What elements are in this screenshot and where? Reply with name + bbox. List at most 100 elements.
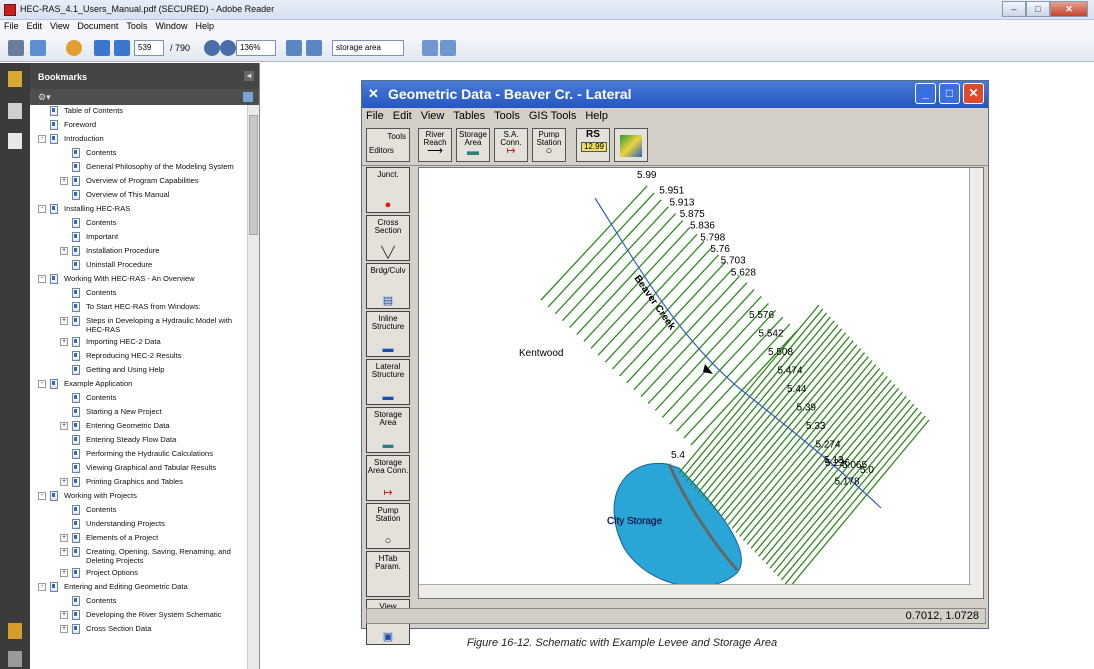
expand-icon[interactable]: + (60, 338, 68, 346)
attachments-icon[interactable] (8, 651, 22, 667)
bookmark-item[interactable]: - Working With HEC-RAS - An Overview (30, 273, 248, 287)
bookmark-item[interactable]: - Example Application (30, 378, 248, 392)
zoom-in-icon[interactable] (220, 40, 236, 56)
bookmark-item[interactable]: + Project Options (30, 567, 248, 581)
minimize-button[interactable]: – (1002, 1, 1026, 17)
expand-icon[interactable]: + (60, 177, 68, 185)
expand-icon[interactable]: + (60, 422, 68, 430)
new-bookmark-icon[interactable] (243, 92, 253, 102)
next-page-icon[interactable] (114, 40, 130, 56)
bookmark-item[interactable]: Starting a New Project (30, 406, 248, 420)
collapse-icon[interactable]: - (38, 205, 46, 213)
zoom-level-field[interactable]: 136% (236, 40, 276, 56)
bookmark-item[interactable]: Uninstall Procedure (30, 259, 248, 273)
background-map-button[interactable] (614, 128, 648, 162)
geo-menu-view[interactable]: View (421, 110, 445, 122)
geo-menu-tools[interactable]: Tools (494, 110, 520, 122)
menu-window[interactable]: Window (151, 20, 191, 31)
editor-button-junct[interactable]: Junct. ● (366, 167, 410, 213)
bookmark-item[interactable]: Reproducing HEC-2 Results (30, 350, 248, 364)
bookmark-item[interactable]: + Overview of Program Capabilities (30, 175, 248, 189)
geo-menu-file[interactable]: File (366, 110, 384, 122)
bookmark-item[interactable]: + Elements of a Project (30, 532, 248, 546)
sa-conn-tool-button[interactable]: S.A. Conn. ↦ (494, 128, 528, 162)
geo-menu-edit[interactable]: Edit (393, 110, 412, 122)
bookmark-item[interactable]: + Cross Section Data (30, 623, 248, 637)
bookmark-scrollbar[interactable] (247, 105, 259, 669)
bookmark-item[interactable]: + Steps in Developing a Hydraulic Model w… (30, 315, 248, 336)
pages-icon[interactable] (8, 103, 22, 119)
bookmark-item[interactable]: - Installing HEC-RAS (30, 203, 248, 217)
geo-menu-gis-tools[interactable]: GIS Tools (529, 110, 577, 122)
menu-view[interactable]: View (46, 20, 73, 31)
collapse-icon[interactable]: - (38, 583, 46, 591)
options-gear-icon[interactable]: ⚙▾ (38, 92, 51, 103)
previous-page-icon[interactable] (94, 40, 110, 56)
pump-station-tool-button[interactable]: Pump Station ○ (532, 128, 566, 162)
schematic-canvas[interactable]: Beaver Creek Kentwood City Storage 5.4 5.99 5… (418, 167, 984, 599)
geo-minimize-button[interactable]: _ (915, 83, 936, 104)
expand-icon[interactable]: + (60, 548, 68, 556)
bookmarks-icon[interactable] (8, 133, 22, 149)
maximize-button[interactable]: □ (1026, 1, 1050, 17)
tools-editors-toggle[interactable]: Tools Editors (366, 128, 410, 162)
zoom-out-icon[interactable] (204, 40, 220, 56)
find-previous-icon[interactable] (422, 40, 438, 56)
rs-button[interactable]: RS 12.99 (576, 128, 610, 162)
bookmark-item[interactable]: Getting and Using Help (30, 364, 248, 378)
page-number-input[interactable]: 539 (134, 40, 164, 56)
bookmark-item[interactable]: Entering Steady Flow Data (30, 434, 248, 448)
scroll-thumb[interactable] (249, 115, 258, 235)
bookmark-item[interactable]: Understanding Projects (30, 518, 248, 532)
editor-button-brdg-culv[interactable]: Brdg/Culv ▤ (366, 263, 410, 309)
print-icon[interactable] (8, 40, 24, 56)
geo-menu-tables[interactable]: Tables (453, 110, 485, 122)
bookmark-item[interactable]: Table of Contents (30, 105, 248, 119)
editor-button-cross-section[interactable]: Cross Section ╲╱ (366, 215, 410, 261)
menu-file[interactable]: File (0, 20, 23, 31)
horizontal-scrollbar[interactable] (419, 584, 971, 598)
river-reach-button[interactable]: River Reach ⟶ (418, 128, 452, 162)
collapse-icon[interactable]: - (38, 492, 46, 500)
bookmark-item[interactable]: Viewing Graphical and Tabular Results (30, 462, 248, 476)
bookmark-item[interactable]: - Introduction (30, 133, 248, 147)
lock-icon[interactable] (8, 71, 22, 87)
bookmark-item[interactable]: + Installation Procedure (30, 245, 248, 259)
expand-icon[interactable]: + (60, 317, 68, 325)
geo-close-button[interactable]: ✕ (963, 83, 984, 104)
bookmark-item[interactable]: + Printing Graphics and Tables (30, 476, 248, 490)
storage-area-tool-button[interactable]: Storage Area ▬ (456, 128, 490, 162)
editor-button-storage-area-conn[interactable]: Storage Area Conn. ↦ (366, 455, 410, 501)
collaborate-icon[interactable] (66, 40, 82, 56)
bookmark-item[interactable]: To Start HEC-RAS from Windows: (30, 301, 248, 315)
bookmark-item[interactable]: Overview of This Manual (30, 189, 248, 203)
fit-width-icon[interactable] (306, 40, 322, 56)
bookmark-item[interactable]: + Creating, Opening, Saving, Renaming, an… (30, 546, 248, 567)
collapse-icon[interactable]: - (38, 380, 46, 388)
expand-icon[interactable]: + (60, 625, 68, 633)
menu-document[interactable]: Document (73, 20, 122, 31)
bookmark-item[interactable]: Contents (30, 595, 248, 609)
expand-icon[interactable]: + (60, 478, 68, 486)
menu-edit[interactable]: Edit (23, 20, 47, 31)
bookmark-item[interactable]: + Importing HEC-2 Data (30, 336, 248, 350)
bookmark-item[interactable]: Contents (30, 287, 248, 301)
bookmark-item[interactable]: - Working with Projects (30, 490, 248, 504)
close-panel-icon[interactable]: ◂ (244, 71, 254, 81)
share-icon[interactable] (30, 40, 46, 56)
bookmark-item[interactable]: Contents (30, 504, 248, 518)
editor-button-lateral-structure[interactable]: Lateral Structure ▬ (366, 359, 410, 405)
expand-icon[interactable]: + (60, 569, 68, 577)
vertical-scrollbar[interactable] (969, 168, 983, 598)
close-button[interactable]: ✕ (1050, 1, 1088, 17)
bookmark-item[interactable]: Contents (30, 217, 248, 231)
expand-icon[interactable]: + (60, 534, 68, 542)
geo-menu-help[interactable]: Help (585, 110, 608, 122)
editor-button-storage-area[interactable]: Storage Area ▬ (366, 407, 410, 453)
bookmark-item[interactable]: + Entering Geometric Data (30, 420, 248, 434)
menu-help[interactable]: Help (191, 20, 218, 31)
bookmark-item[interactable]: Foreword (30, 119, 248, 133)
bookmark-item[interactable]: Contents (30, 147, 248, 161)
bookmark-item[interactable]: General Philosophy of the Modeling Syste… (30, 161, 248, 175)
editor-button-htab-param[interactable]: HTab Param. (366, 551, 410, 597)
